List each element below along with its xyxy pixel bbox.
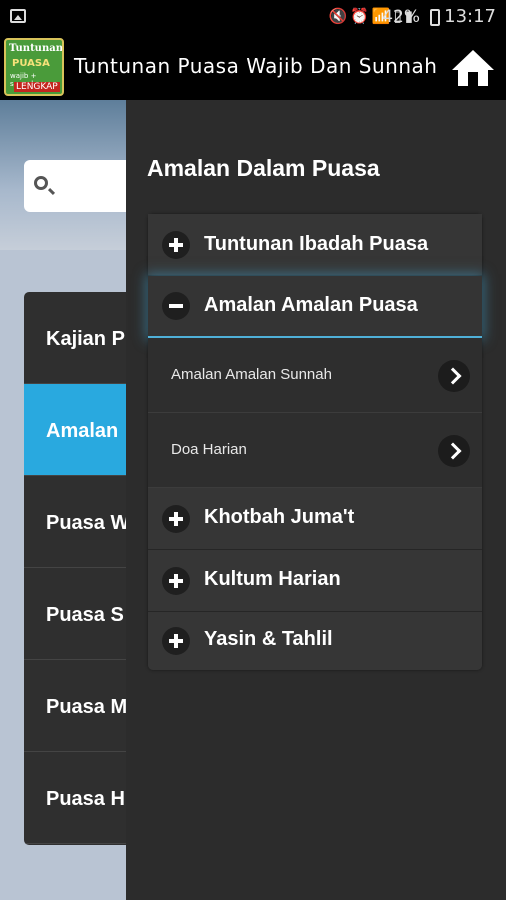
accordion-menu: Tuntunan Ibadah Puasa Amalan Amalan Puas… bbox=[148, 214, 482, 670]
group-label: Tuntunan Ibadah Puasa bbox=[204, 233, 429, 255]
logo-text-1: Tuntunan bbox=[9, 43, 63, 54]
chevron-right-icon bbox=[438, 435, 470, 467]
app-logo: Tuntunan PUASA wajib + sunnah LENGKAP bbox=[4, 38, 64, 96]
logo-text-2: PUASA bbox=[12, 58, 50, 69]
group-tuntunan-ibadah-puasa[interactable]: Tuntunan Ibadah Puasa bbox=[148, 214, 482, 276]
menu-item-puasa-h[interactable]: Puasa H bbox=[24, 752, 134, 844]
menu-item-label: Amalan bbox=[46, 420, 119, 442]
subitem-doa-harian[interactable]: Doa Harian bbox=[148, 413, 482, 488]
group-khotbah-jumat[interactable]: Khotbah Juma't bbox=[148, 488, 482, 550]
home-icon bbox=[452, 50, 494, 86]
plus-icon bbox=[162, 231, 190, 259]
plus-icon bbox=[162, 627, 190, 655]
menu-item-puasa-m[interactable]: Puasa M bbox=[24, 660, 134, 752]
group-label: Amalan Amalan Puasa bbox=[204, 294, 418, 316]
chevron-right-icon bbox=[438, 360, 470, 392]
logo-text-4: LENGKAP bbox=[14, 82, 60, 92]
app-bar: Tuntunan PUASA wajib + sunnah LENGKAP Tu… bbox=[0, 34, 506, 100]
search-box[interactable] bbox=[24, 160, 134, 212]
drawer-title: Amalan Dalam Puasa bbox=[147, 155, 380, 181]
group-yasin-tahlil[interactable]: Yasin & Tahlil bbox=[148, 612, 482, 670]
menu-item-puasa-w[interactable]: Puasa W bbox=[24, 476, 134, 568]
subitem-label: Doa Harian bbox=[171, 441, 247, 458]
menu-item-puasa-s[interactable]: Puasa S bbox=[24, 568, 134, 660]
menu-item-label: Kajian P bbox=[46, 328, 125, 350]
menu-item-label: Puasa H bbox=[46, 788, 125, 810]
menu-item-label: Puasa S bbox=[46, 604, 124, 626]
menu-list: Kajian P Amalan Puasa W Puasa S Puasa M … bbox=[24, 292, 134, 845]
search-icon bbox=[34, 176, 48, 190]
subitem-amalan-amalan-sunnah[interactable]: Amalan Amalan Sunnah bbox=[148, 338, 482, 413]
group-label: Kultum Harian bbox=[204, 568, 341, 590]
status-bar: 🔇⏰📶▯▮ 42% 13:17 bbox=[0, 0, 506, 34]
menu-item-amalan[interactable]: Amalan bbox=[24, 384, 134, 476]
navigation-drawer: Amalan Dalam Puasa Tuntunan Ibadah Puasa… bbox=[126, 100, 506, 900]
app-title: Tuntunan Puasa Wajib Dan Sunnah bbox=[74, 54, 438, 78]
battery-percentage: 42% bbox=[382, 7, 420, 27]
plus-icon bbox=[162, 567, 190, 595]
group-kultum-harian[interactable]: Kultum Harian bbox=[148, 550, 482, 612]
status-clock: 13:17 bbox=[444, 6, 496, 27]
plus-icon bbox=[162, 505, 190, 533]
image-notification-icon bbox=[10, 9, 26, 23]
group-label: Yasin & Tahlil bbox=[204, 628, 333, 650]
subitem-label: Amalan Amalan Sunnah bbox=[171, 366, 332, 383]
menu-item-label: Puasa W bbox=[46, 512, 130, 534]
minus-icon bbox=[162, 292, 190, 320]
menu-item-label: Puasa M bbox=[46, 696, 128, 718]
group-label: Khotbah Juma't bbox=[204, 506, 355, 528]
menu-item-kajian[interactable]: Kajian P bbox=[24, 292, 134, 384]
home-button[interactable] bbox=[450, 46, 496, 90]
battery-icon bbox=[430, 9, 440, 26]
group-amalan-amalan-puasa[interactable]: Amalan Amalan Puasa bbox=[148, 276, 482, 338]
